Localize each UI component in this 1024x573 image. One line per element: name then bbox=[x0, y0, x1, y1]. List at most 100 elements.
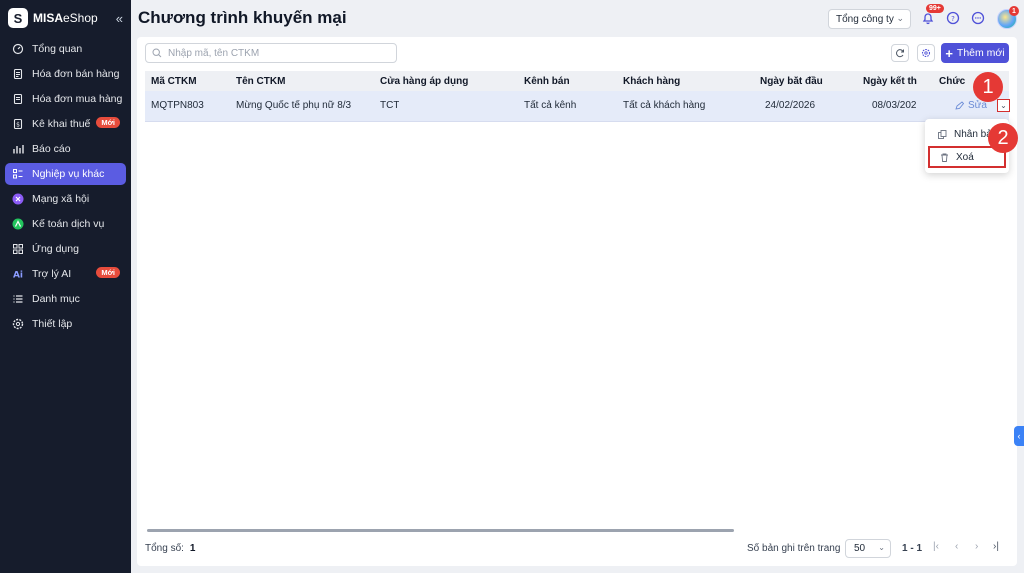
main-panel: + Thêm mới Mã CTKM Tên CTKM Cửa hàng áp … bbox=[137, 37, 1017, 566]
settings-icon bbox=[12, 318, 24, 330]
cell-code: MQTPN803 bbox=[151, 100, 204, 111]
sidebar-item-tong-quan[interactable]: Tổng quan bbox=[5, 38, 126, 60]
sidebar-item-nghiep-vu-khac[interactable]: Nghiệp vụ khác bbox=[5, 163, 126, 185]
collapse-sidebar-button[interactable]: « bbox=[116, 11, 123, 26]
svg-text:?: ? bbox=[951, 15, 955, 23]
apps-icon bbox=[12, 243, 24, 255]
dashboard-icon bbox=[12, 43, 24, 55]
svg-text:$: $ bbox=[16, 122, 20, 129]
pencil-icon bbox=[955, 101, 964, 110]
avatar-badge: 1 bbox=[1009, 6, 1019, 16]
search-box[interactable] bbox=[145, 43, 397, 63]
sidebar-item-hoa-don-ban-hang[interactable]: Hóa đơn bán hàng bbox=[5, 63, 126, 85]
per-page-select[interactable]: 50 ⌄ bbox=[845, 539, 891, 558]
header: Chương trình khuyến mại Tổng công ty ⌄ 9… bbox=[131, 0, 1024, 36]
column-header: Mã CTKM bbox=[151, 76, 197, 87]
add-new-button[interactable]: + Thêm mới bbox=[941, 43, 1009, 63]
sidebar-item-label: Hóa đơn mua hàng bbox=[32, 93, 123, 105]
trash-icon bbox=[941, 153, 948, 162]
horizontal-scrollbar[interactable] bbox=[147, 529, 734, 532]
prev-page-icon[interactable]: ‹ bbox=[955, 541, 958, 552]
more-options-icon[interactable] bbox=[971, 11, 985, 25]
social-icon bbox=[12, 193, 24, 205]
sidebar-item-label: Hóa đơn bán hàng bbox=[32, 68, 120, 80]
svg-text:Ai: Ai bbox=[13, 271, 23, 281]
copy-icon bbox=[938, 129, 947, 139]
sidebar-item-tro-ly-ai[interactable]: Ai Trợ lý AI Mới bbox=[5, 263, 126, 285]
list-icon bbox=[12, 293, 24, 305]
duplicate-label: Nhân bả bbox=[954, 128, 992, 140]
sidebar-item-label: Mạng xã hội bbox=[32, 193, 90, 205]
misa-logo-icon: S bbox=[8, 8, 28, 28]
chevron-down-icon: ⌄ bbox=[878, 543, 885, 552]
sidebar: S MISAeShop « Tổng quan Hóa đơn bán hàng… bbox=[0, 0, 131, 573]
sidebar-item-label: Thiết lập bbox=[32, 318, 73, 330]
sidebar-nav: Tổng quan Hóa đơn bán hàng Hóa đơn mua h… bbox=[0, 38, 131, 335]
sidebar-item-ung-dung[interactable]: Ứng dụng bbox=[5, 238, 126, 260]
column-header: Chức bbox=[939, 76, 966, 87]
per-page-value: 50 bbox=[854, 543, 866, 554]
ai-icon: Ai bbox=[12, 268, 24, 281]
next-page-icon[interactable]: › bbox=[975, 541, 978, 552]
sidebar-item-ke-toan-dich-vu[interactable]: Kế toán dịch vụ bbox=[5, 213, 126, 235]
purchase-invoice-icon bbox=[12, 93, 24, 105]
side-panel-toggle-button[interactable]: ‹ bbox=[1014, 426, 1024, 446]
sidebar-item-ke-khai-thue[interactable]: $ Kê khai thuế Mới bbox=[5, 113, 126, 135]
company-select[interactable]: Tổng công ty ⌄ bbox=[828, 9, 911, 29]
last-page-icon[interactable]: ›| bbox=[993, 541, 999, 552]
brand: S MISAeShop « bbox=[0, 0, 131, 36]
row-actions-chevron-button[interactable]: ⌄ bbox=[997, 99, 1010, 112]
report-icon bbox=[12, 143, 24, 155]
brand-name: MISAeShop bbox=[33, 11, 98, 25]
notification-badge: 99+ bbox=[926, 4, 944, 13]
column-header: Khách hàng bbox=[623, 76, 681, 87]
column-header: Kênh bán bbox=[524, 76, 570, 87]
tax-icon: $ bbox=[12, 118, 24, 130]
bell-icon[interactable] bbox=[921, 11, 935, 25]
sidebar-item-label: Nghiệp vụ khác bbox=[32, 168, 105, 180]
cell-channel: Tất cả kênh bbox=[524, 100, 577, 111]
total-count: Tổng số: 1 bbox=[145, 543, 196, 554]
new-badge: Mới bbox=[96, 267, 120, 278]
callout-marker-2: 2 bbox=[988, 123, 1018, 153]
refresh-button[interactable] bbox=[891, 44, 909, 62]
delete-label: Xoá bbox=[956, 151, 974, 163]
per-page-label: Số bản ghi trên trang bbox=[747, 543, 841, 554]
sidebar-item-label: Kê khai thuế bbox=[32, 118, 91, 130]
tasks-icon bbox=[12, 168, 24, 180]
plus-icon: + bbox=[945, 45, 953, 61]
chevron-down-icon: ⌄ bbox=[896, 13, 904, 23]
cell-start-date: 24/02/2026 bbox=[765, 100, 816, 111]
pagination-footer: Tổng số: 1 Số bản ghi trên trang 50 ⌄ 1 -… bbox=[137, 537, 1017, 561]
gear-icon bbox=[921, 48, 931, 58]
help-icon[interactable]: ? bbox=[946, 11, 960, 25]
first-page-icon[interactable]: |‹ bbox=[933, 541, 939, 552]
sidebar-item-hoa-don-mua-hang[interactable]: Hóa đơn mua hàng bbox=[5, 88, 126, 110]
sidebar-item-label: Danh mục bbox=[32, 293, 80, 305]
search-input[interactable] bbox=[168, 47, 388, 59]
sidebar-item-label: Trợ lý AI bbox=[32, 268, 72, 280]
cell-end-date: 08/03/202 bbox=[872, 100, 916, 111]
table-header: Mã CTKM Tên CTKM Cửa hàng áp dụng Kênh b… bbox=[145, 71, 1009, 91]
column-header: Ngày kết thú bbox=[863, 76, 917, 87]
column-header: Ngày bắt đầu bbox=[760, 76, 823, 87]
search-icon bbox=[152, 48, 162, 58]
cell-store: TCT bbox=[380, 100, 400, 111]
sidebar-item-mang-xa-hoi[interactable]: Mạng xã hội bbox=[5, 188, 126, 210]
edit-button[interactable]: Sửa bbox=[955, 100, 987, 111]
sidebar-item-label: Kế toán dịch vụ bbox=[32, 218, 105, 230]
column-header: Tên CTKM bbox=[236, 76, 286, 87]
add-new-label: Thêm mới bbox=[956, 47, 1005, 59]
accounting-icon bbox=[12, 218, 24, 230]
cell-customer: Tất cả khách hàng bbox=[623, 100, 706, 111]
sidebar-item-thiet-lap[interactable]: Thiết lập bbox=[5, 313, 126, 335]
table-row[interactable]: MQTPN803 Mừng Quốc tế phụ nữ 8/3 TCT Tất… bbox=[145, 91, 1010, 122]
cell-name: Mừng Quốc tế phụ nữ 8/3 bbox=[236, 100, 352, 111]
sidebar-item-label: Tổng quan bbox=[32, 43, 83, 55]
sidebar-item-danh-muc[interactable]: Danh mục bbox=[5, 288, 126, 310]
sidebar-item-label: Báo cáo bbox=[32, 143, 71, 155]
column-header: Cửa hàng áp dụng bbox=[380, 76, 469, 87]
callout-marker-1: 1 bbox=[973, 72, 1003, 102]
settings-button[interactable] bbox=[917, 44, 935, 62]
sidebar-item-bao-cao[interactable]: Báo cáo bbox=[5, 138, 126, 160]
